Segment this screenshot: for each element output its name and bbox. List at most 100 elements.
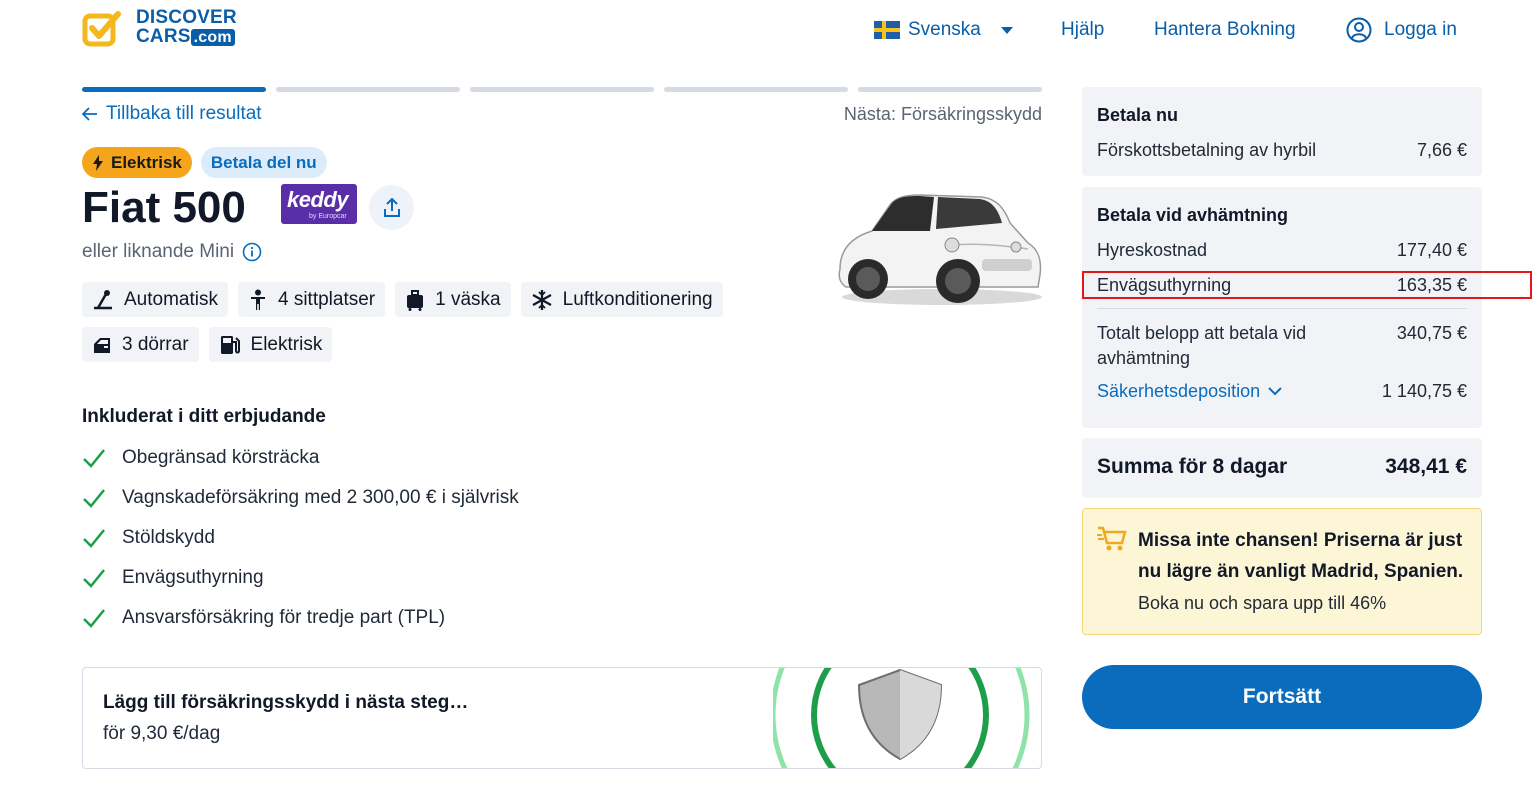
spec-luggage: 1 väska: [395, 282, 511, 317]
progress-step: [82, 87, 266, 92]
included-item: Obegränsad körsträcka: [82, 438, 519, 478]
included-item-label: Obegränsad körsträcka: [122, 447, 320, 468]
included-item-label: Envägsuthyrning: [122, 567, 264, 588]
included-item-label: Vagnskadeförsäkring med 2 300,00 € i sjä…: [122, 487, 519, 508]
language-label: Svenska: [908, 19, 981, 40]
included-list: Obegränsad körsträcka Vagnskadeförsäkrin…: [82, 438, 519, 638]
language-selector[interactable]: Svenska: [874, 16, 1013, 44]
deposit-amount: 1 140,75 €: [1381, 381, 1467, 401]
continue-button[interactable]: Fortsätt: [1082, 665, 1482, 729]
promo-banner: Missa inte chansen! Priserna är just nu …: [1082, 508, 1482, 635]
included-title: Inkluderat i ditt erbjudande: [82, 406, 326, 427]
price-row-label: Hyreskostnad: [1097, 240, 1208, 260]
suitcase-icon: [407, 289, 424, 311]
summary-card: Summa för 8 dagar 348,41 €: [1082, 438, 1482, 498]
pay-part-badge: Betala del nu: [200, 147, 327, 178]
lightning-icon: [93, 154, 103, 171]
car-badges: Elektrisk Betala del nu: [82, 147, 327, 178]
pickup-total-amount: 340,75 €: [1396, 323, 1467, 343]
promo-title: Missa inte chansen! Priserna är just nu …: [1138, 530, 1464, 582]
shopping-cart-icon: [1097, 526, 1127, 551]
logo-check-icon: [82, 11, 121, 47]
progress-step: [858, 87, 1042, 92]
price-row: Förskottsbetalning av hyrbil 7,66 €: [1097, 140, 1467, 161]
included-item: Ansvarsförsäkring för tredje part (TPL): [82, 598, 519, 638]
next-step-label: Nästa: Försäkringsskydd: [843, 104, 1042, 124]
similar-car-text: eller liknande Mini: [82, 241, 262, 263]
electric-badge: Elektrisk: [82, 147, 192, 178]
insurance-title: Lägg till försäkringsskydd i nästa steg…: [103, 692, 469, 713]
car-specs: Automatisk 4 sittplatser 1 väska Luftkon…: [82, 282, 772, 362]
checkmark-icon: [83, 449, 105, 468]
deposit-label: Säkerhetsdeposition: [1097, 381, 1261, 401]
chevron-down-icon: [1000, 26, 1013, 34]
included-item: Envägsuthyrning: [82, 558, 519, 598]
spec-doors: 3 dörrar: [82, 327, 199, 362]
included-item-label: Stöldskydd: [122, 527, 215, 548]
included-item: Vagnskadeförsäkring med 2 300,00 € i sjä…: [82, 478, 519, 518]
electric-badge-label: Elektrisk: [111, 152, 182, 172]
help-link[interactable]: Hjälp: [1061, 16, 1104, 44]
progress-step: [664, 87, 848, 92]
car-image: [838, 194, 1042, 305]
car-name: Fiat 500: [82, 183, 246, 232]
divider: [1097, 308, 1467, 309]
ev-charger-icon: [220, 335, 240, 354]
back-to-results-link[interactable]: Tillbaka till resultat: [82, 103, 262, 125]
shield-icon: [773, 668, 1030, 768]
progress-step: [276, 87, 460, 92]
spec-label: 1 väska: [435, 288, 501, 310]
person-icon: [250, 289, 265, 310]
supplier-logo: keddy by Europcar: [281, 184, 357, 224]
pickup-total-row: Totalt belopp att betala vid avhämtning …: [1097, 321, 1467, 371]
spec-fuel: Elektrisk: [208, 327, 333, 362]
car-door-icon: [94, 337, 110, 353]
checkmark-icon: [83, 529, 105, 548]
spec-label: Luftkonditionering: [562, 288, 713, 310]
manage-booking-link[interactable]: Hantera Bokning: [1154, 16, 1296, 44]
spec-seats: 4 sittplatser: [237, 282, 386, 317]
share-button[interactable]: [369, 185, 414, 230]
booking-progress-bar: [82, 87, 1042, 92]
chevron-down-icon: [1268, 387, 1282, 396]
back-label: Tillbaka till resultat: [106, 103, 262, 124]
logo-text: DISCOVER CARS .com: [136, 7, 237, 47]
pay-part-badge-label: Betala del nu: [210, 152, 317, 172]
user-icon: [1346, 17, 1372, 43]
insurance-price: för 9,30 €/dag: [103, 723, 221, 744]
pay-now-title: Betala nu: [1097, 105, 1179, 125]
included-item: Stöldskydd: [82, 518, 519, 558]
spec-label: Elektrisk: [250, 333, 323, 355]
login-link[interactable]: Logga in: [1346, 16, 1457, 44]
spec-label: 3 dörrar: [122, 333, 189, 355]
price-row-amount: 177,40 €: [1396, 240, 1467, 260]
login-label: Logga in: [1384, 19, 1457, 40]
summary-label: Summa för 8 dagar: [1097, 455, 1288, 478]
deposit-row: Säkerhetsdeposition 1 140,75 €: [1097, 381, 1467, 402]
spec-air-conditioning: Luftkonditionering: [520, 282, 723, 317]
checkmark-icon: [83, 489, 105, 508]
discovercars-logo[interactable]: DISCOVER CARS .com: [82, 8, 252, 52]
share-icon: [383, 197, 400, 217]
gear-shift-icon: [94, 289, 112, 309]
spec-transmission: Automatisk: [82, 282, 228, 317]
swedish-flag-icon: [874, 21, 900, 39]
arrow-left-icon: [82, 107, 97, 121]
pickup-total-label: Totalt belopp att betala vid avhämtning: [1097, 323, 1307, 368]
price-row: Hyreskostnad 177,40 €: [1097, 240, 1467, 261]
insurance-upsell-box[interactable]: Lägg till försäkringsskydd i nästa steg……: [82, 667, 1042, 769]
info-icon[interactable]: [242, 242, 262, 262]
included-item-label: Ansvarsförsäkring för tredje part (TPL): [122, 607, 446, 628]
summary-row: Summa för 8 dagar 348,41 €: [1097, 455, 1467, 479]
spec-label: 4 sittplatser: [277, 288, 376, 310]
progress-step: [470, 87, 654, 92]
spec-label: Automatisk: [124, 288, 218, 310]
similar-label: eller liknande Mini: [82, 241, 235, 262]
snowflake-icon: [532, 289, 552, 310]
pay-at-pickup-card: Betala vid avhämtning Hyreskostnad 177,4…: [1082, 187, 1482, 428]
deposit-toggle[interactable]: Säkerhetsdeposition: [1097, 381, 1282, 402]
highlight-box: [1082, 271, 1532, 299]
checkmark-icon: [83, 609, 105, 628]
checkmark-icon: [83, 569, 105, 588]
pay-now-card: Betala nu Förskottsbetalning av hyrbil 7…: [1082, 87, 1482, 176]
